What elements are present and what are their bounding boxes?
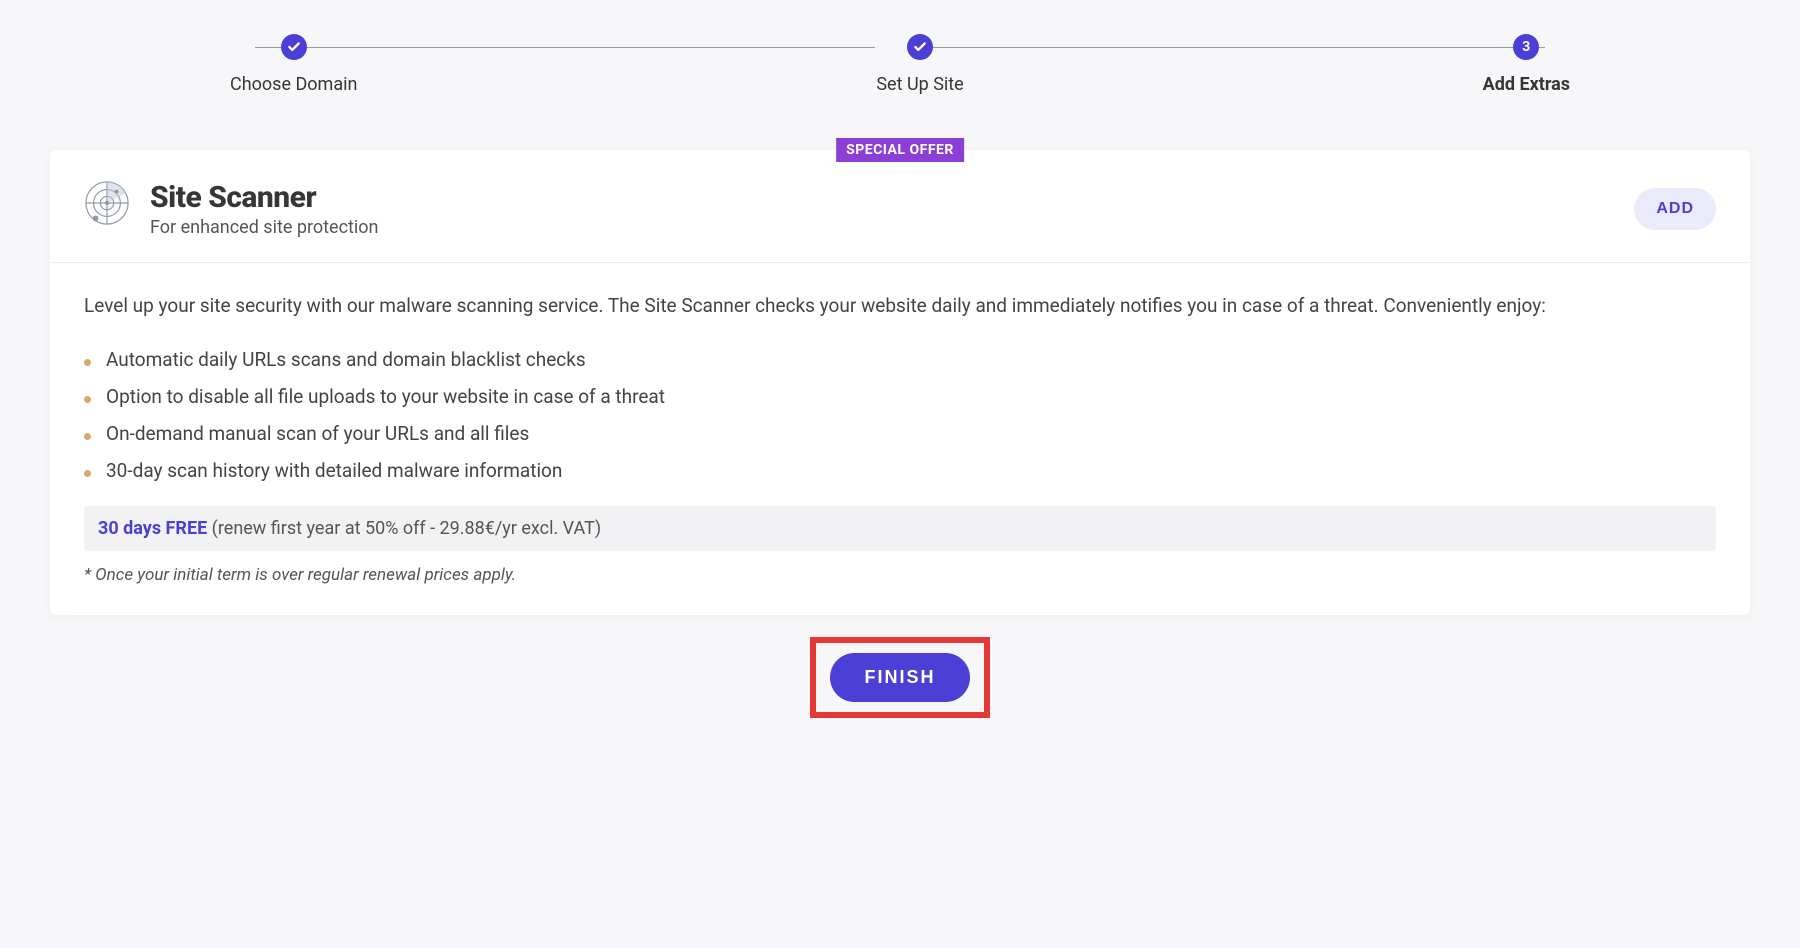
- price-details: (renew first year at 50% off - 29.88€/yr…: [207, 518, 601, 539]
- card-header: Site Scanner For enhanced site protectio…: [50, 150, 1750, 263]
- check-icon: [287, 40, 301, 54]
- wizard-progress: Choose Domain Set Up Site 3 Add Extras: [50, 0, 1750, 95]
- progress-step-label: Add Extras: [1483, 74, 1570, 95]
- card-body: Level up your site security with our mal…: [50, 263, 1750, 615]
- radar-icon: [84, 180, 130, 226]
- price-highlight: 30 days FREE: [98, 518, 207, 539]
- feature-item: 30-day scan history with detailed malwar…: [84, 459, 1716, 482]
- progress-step-label: Choose Domain: [230, 74, 357, 95]
- check-icon: [913, 40, 927, 54]
- feature-item: Option to disable all file uploads to yo…: [84, 385, 1716, 408]
- feature-list: Automatic daily URLs scans and domain bl…: [84, 348, 1716, 482]
- price-bar: 30 days FREE (renew first year at 50% of…: [84, 506, 1716, 551]
- site-scanner-card: Site Scanner For enhanced site protectio…: [50, 150, 1750, 615]
- feature-item: Automatic daily URLs scans and domain bl…: [84, 348, 1716, 371]
- progress-step-set-up-site[interactable]: Set Up Site: [876, 34, 963, 95]
- progress-step-circle: 3: [1513, 34, 1539, 60]
- finish-button[interactable]: FINISH: [830, 653, 969, 702]
- feature-item: On-demand manual scan of your URLs and a…: [84, 422, 1716, 445]
- special-offer-badge: SPECIAL OFFER: [836, 138, 964, 162]
- progress-step-label: Set Up Site: [876, 74, 963, 95]
- progress-step-choose-domain[interactable]: Choose Domain: [230, 34, 357, 95]
- card-title: Site Scanner: [150, 180, 379, 215]
- footnote: * Once your initial term is over regular…: [84, 565, 1716, 585]
- finish-highlight-box: FINISH: [810, 637, 989, 718]
- progress-connector: [925, 47, 1545, 48]
- card-subtitle: For enhanced site protection: [150, 217, 379, 238]
- progress-step-circle: [281, 34, 307, 60]
- progress-step-circle: [907, 34, 933, 60]
- add-button[interactable]: ADD: [1634, 188, 1716, 230]
- intro-text: Level up your site security with our mal…: [84, 291, 1716, 320]
- progress-step-add-extras[interactable]: 3 Add Extras: [1483, 34, 1570, 95]
